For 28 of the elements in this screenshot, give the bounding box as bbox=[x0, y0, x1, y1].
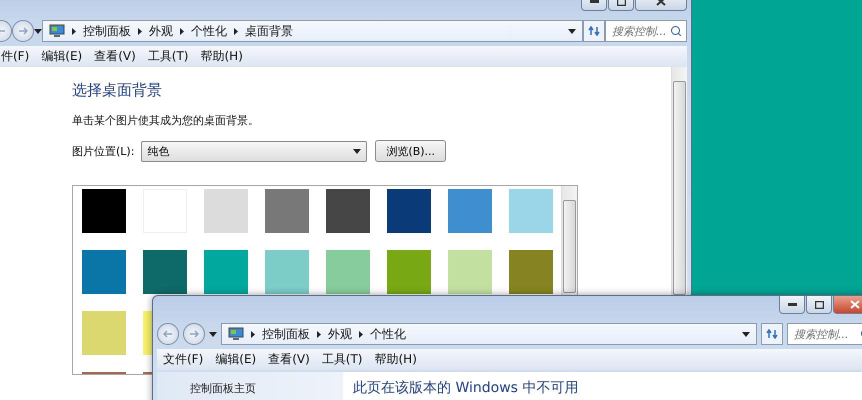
menu-item[interactable]: 工具(T) bbox=[148, 48, 188, 65]
address-bar[interactable]: 控制面板 外观 个性化 bbox=[221, 323, 757, 345]
address-bar[interactable]: 控制面板 外观 个性化 桌面背景 bbox=[42, 20, 583, 42]
breadcrumb-item[interactable]: 外观 bbox=[149, 22, 173, 40]
menu-item[interactable]: 查看(V) bbox=[94, 48, 136, 65]
menu-item[interactable]: 文件(F) bbox=[163, 351, 204, 368]
breadcrumb-item[interactable]: 控制面板 bbox=[83, 22, 131, 40]
menu-item[interactable]: 帮助(H) bbox=[200, 48, 243, 65]
breadcrumb-item[interactable]: 桌面背景 bbox=[245, 22, 293, 40]
search-field[interactable]: 搜索控制... bbox=[787, 323, 862, 345]
menu-item[interactable]: 编辑(E) bbox=[41, 48, 82, 65]
sidebar-link[interactable]: 控制面板主页 bbox=[190, 382, 256, 395]
browse-button[interactable]: 浏览(B)... bbox=[375, 140, 446, 162]
menu-item[interactable]: 编辑(E) bbox=[215, 351, 256, 368]
menu-item[interactable]: 件(F) bbox=[1, 48, 30, 65]
page-heading: 此页在该版本的 Windows 中不可用 bbox=[352, 379, 578, 398]
search-field[interactable]: 搜索控制... bbox=[605, 20, 687, 42]
instruction-text: 单击某个图片使其成为您的桌面背景。 bbox=[72, 113, 260, 128]
breadcrumb-item[interactable]: 个性化 bbox=[191, 22, 227, 40]
menu-item[interactable]: 工具(T) bbox=[322, 351, 362, 368]
menu-item[interactable]: 查看(V) bbox=[268, 351, 310, 368]
breadcrumb-item[interactable]: 个性化 bbox=[370, 326, 406, 342]
location-dropdown[interactable]: 纯色 bbox=[141, 140, 368, 162]
location-label: 图片位置(L): bbox=[72, 144, 134, 158]
menu-item[interactable]: 帮助(H) bbox=[374, 351, 417, 368]
page-heading: 选择桌面背景 bbox=[72, 81, 163, 100]
breadcrumb-item[interactable]: 外观 bbox=[328, 326, 352, 342]
breadcrumb-item[interactable]: 控制面板 bbox=[262, 326, 310, 342]
